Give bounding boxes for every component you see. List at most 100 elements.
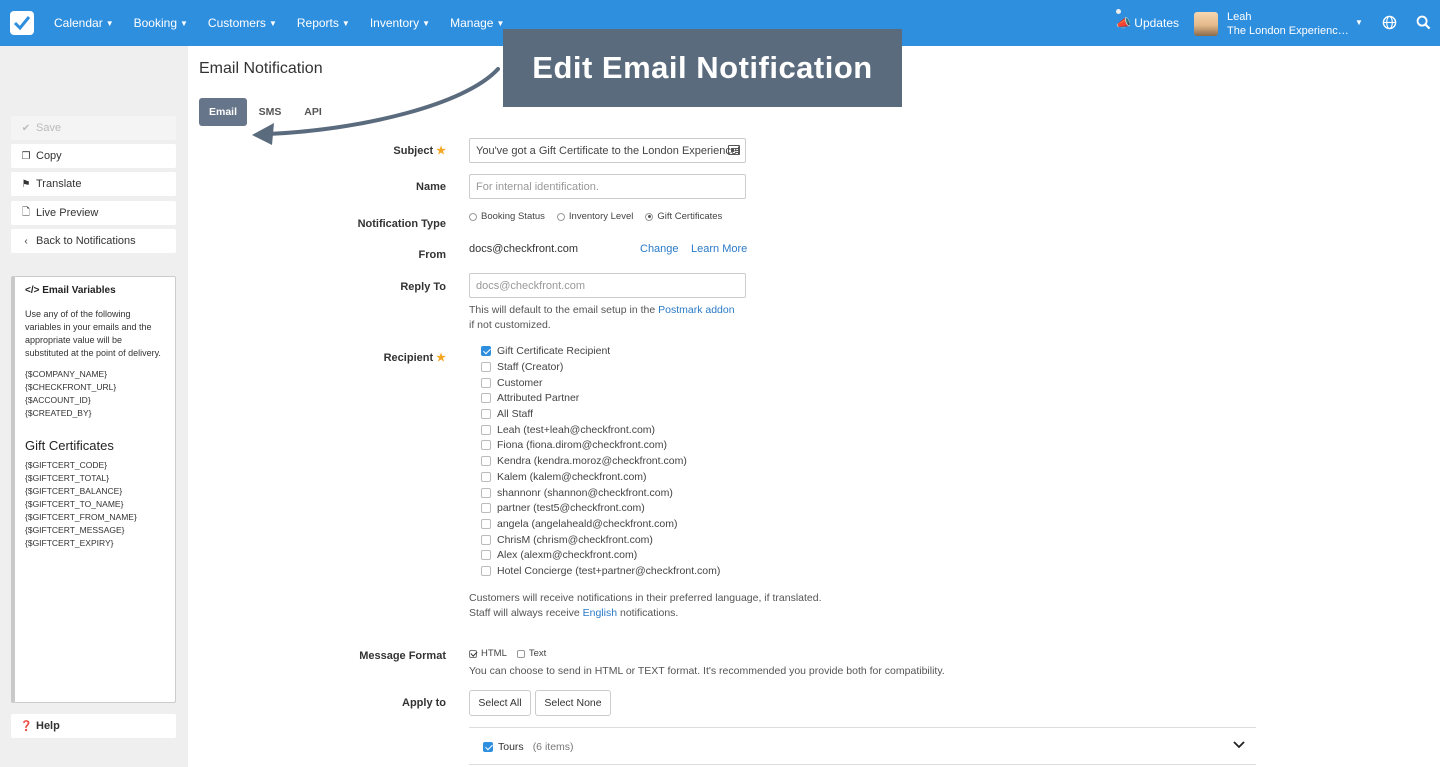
subject-label-text: Subject xyxy=(393,145,434,157)
caret-down-icon[interactable]: ▼ xyxy=(1355,18,1363,27)
avatar[interactable] xyxy=(1194,12,1218,36)
recipient-label-item: Customer xyxy=(497,377,543,389)
callout-banner: Edit Email Notification xyxy=(503,29,902,107)
tours-category-row[interactable]: Tours (6 items) xyxy=(469,727,1256,765)
code-icon: </> xyxy=(25,285,40,296)
html-checkbox[interactable] xyxy=(469,649,477,658)
radio-booking-status[interactable] xyxy=(469,212,477,221)
checkbox[interactable] xyxy=(481,346,491,356)
main-nav: Calendar ▼ Booking ▼ Customers ▼ Reports ▼ I… xyxy=(54,0,524,46)
chevron-down-icon[interactable] xyxy=(1233,740,1245,750)
checkbox[interactable] xyxy=(481,503,491,513)
recipient-item[interactable]: ChrisM (chrism@checkfront.com) xyxy=(481,534,653,546)
checkbox[interactable] xyxy=(481,472,491,482)
copy-button[interactable]: ❐ Copy xyxy=(11,144,176,168)
caret-down-icon: ▼ xyxy=(341,19,350,28)
email-variables-title-text: Email Variables xyxy=(42,285,116,296)
checkfront-logo-icon[interactable] xyxy=(10,11,34,35)
radio-gift-certificates[interactable] xyxy=(645,212,654,221)
recipient-item[interactable]: partner (test5@checkfront.com) xyxy=(481,502,645,514)
nav-manage[interactable]: Manage ▼ xyxy=(450,16,504,30)
globe-icon[interactable] xyxy=(1382,15,1397,33)
recipient-item[interactable]: Fiona (fiona.dirom@checkfront.com) xyxy=(481,439,667,451)
select-all-button[interactable]: Select All xyxy=(469,690,531,716)
checkbox[interactable] xyxy=(481,393,491,403)
checkbox[interactable] xyxy=(481,456,491,466)
translate-label: Translate xyxy=(36,178,82,190)
recipient-item[interactable]: shannonr (shannon@checkfront.com) xyxy=(481,487,673,499)
checkbox[interactable] xyxy=(481,378,491,388)
recipient-item[interactable]: Kalem (kalem@checkfront.com) xyxy=(481,471,647,483)
gift-certificates-heading: Gift Certificates xyxy=(25,438,114,453)
english-link[interactable]: English xyxy=(583,607,617,619)
nav-inventory[interactable]: Inventory ▼ xyxy=(370,16,430,30)
translate-button[interactable]: ⚑ Translate xyxy=(11,172,176,196)
back-to-notifications-button[interactable]: ‹ Back to Notifications xyxy=(11,229,176,253)
nav-label: Manage xyxy=(450,16,494,30)
checkbox[interactable] xyxy=(481,488,491,498)
message-format-group: HTML Text xyxy=(469,648,556,659)
live-preview-label: Live Preview xyxy=(36,207,99,219)
recipient-item[interactable]: angela (angelaheald@checkfront.com) xyxy=(481,518,678,530)
recipient-label-text: Recipient xyxy=(383,352,434,364)
reply-to-input[interactable]: docs@checkfront.com xyxy=(469,273,746,298)
language-help: Customers will receive notifications in … xyxy=(469,591,822,621)
name-input[interactable]: For internal identification. xyxy=(469,174,746,199)
variable-item: {$CHECKFRONT_URL} xyxy=(25,382,117,392)
from-value: docs@checkfront.com xyxy=(469,243,578,255)
checkbox[interactable] xyxy=(481,535,491,545)
question-circle-icon: ❓ xyxy=(20,720,33,732)
recipient-label-item: Kalem (kalem@checkfront.com) xyxy=(497,471,647,483)
user-company[interactable]: The London Experience Ltd. xyxy=(1227,25,1349,37)
save-button[interactable]: ✔ Save xyxy=(11,116,176,140)
learn-more-link[interactable]: Learn More xyxy=(691,243,747,255)
postmark-addon-link[interactable]: Postmark addon xyxy=(658,304,734,316)
recipient-item[interactable]: Customer xyxy=(481,377,543,389)
recipient-item[interactable]: Leah (test+leah@checkfront.com) xyxy=(481,424,655,436)
variables-card-icon[interactable] xyxy=(728,145,740,155)
format-help: You can choose to send in HTML or TEXT f… xyxy=(469,665,945,677)
checkbox[interactable] xyxy=(481,519,491,529)
tours-label-group: Tours (6 items) xyxy=(483,741,574,753)
tours-count: (6 items) xyxy=(532,741,574,753)
radio-label: Gift Certificates xyxy=(657,211,723,222)
checkbox[interactable] xyxy=(481,409,491,419)
updates-button[interactable]: 📣 Updates xyxy=(1116,9,1179,30)
variable-item: {$GIFTCERT_TO_NAME} xyxy=(25,499,124,509)
recipient-item[interactable]: Alex (alexm@checkfront.com) xyxy=(481,549,637,561)
checkbox[interactable] xyxy=(481,425,491,435)
recipient-item[interactable]: Kendra (kendra.moroz@checkfront.com) xyxy=(481,455,687,467)
live-preview-button[interactable]: 🗋 Live Preview xyxy=(11,201,176,225)
help-text: Staff will always receive xyxy=(469,607,580,619)
nav-booking[interactable]: Booking ▼ xyxy=(134,16,188,30)
text-checkbox[interactable] xyxy=(516,649,525,658)
checkbox[interactable] xyxy=(481,440,491,450)
radio-inventory-level[interactable] xyxy=(556,212,565,221)
name-label: Name xyxy=(416,181,446,193)
user-name[interactable]: Leah xyxy=(1227,11,1251,23)
recipient-item[interactable]: Staff (Creator) xyxy=(481,361,563,373)
notification-type-group: Booking Status Inventory Level Gift Cert… xyxy=(469,211,734,222)
nav-customers[interactable]: Customers ▼ xyxy=(208,16,277,30)
nav-reports[interactable]: Reports ▼ xyxy=(297,16,350,30)
recipient-item[interactable]: Gift Certificate Recipient xyxy=(481,345,610,357)
recipient-item[interactable]: Hotel Concierge (test+partner@checkfront… xyxy=(481,565,720,577)
tours-label: Tours xyxy=(498,741,524,753)
subject-input[interactable]: You've got a Gift Certificate to the Lon… xyxy=(469,138,746,163)
check-icon: ✔ xyxy=(21,122,31,134)
select-none-button[interactable]: Select None xyxy=(535,690,611,716)
search-icon[interactable] xyxy=(1416,15,1431,33)
copy-label: Copy xyxy=(36,150,62,162)
recipient-item[interactable]: Attributed Partner xyxy=(481,392,579,404)
checkbox[interactable] xyxy=(481,550,491,560)
checkbox[interactable] xyxy=(481,566,491,576)
file-icon: 🗋 xyxy=(21,206,31,218)
checkbox[interactable] xyxy=(481,362,491,372)
change-link[interactable]: Change xyxy=(640,243,679,255)
nav-label: Booking xyxy=(133,16,177,30)
recipient-item[interactable]: All Staff xyxy=(481,408,533,420)
help-button[interactable]: ❓ Help xyxy=(11,714,176,738)
nav-calendar[interactable]: Calendar ▼ xyxy=(54,16,114,30)
tours-checkbox[interactable] xyxy=(483,742,493,752)
variable-item: {$GIFTCERT_BALANCE} xyxy=(25,486,123,496)
